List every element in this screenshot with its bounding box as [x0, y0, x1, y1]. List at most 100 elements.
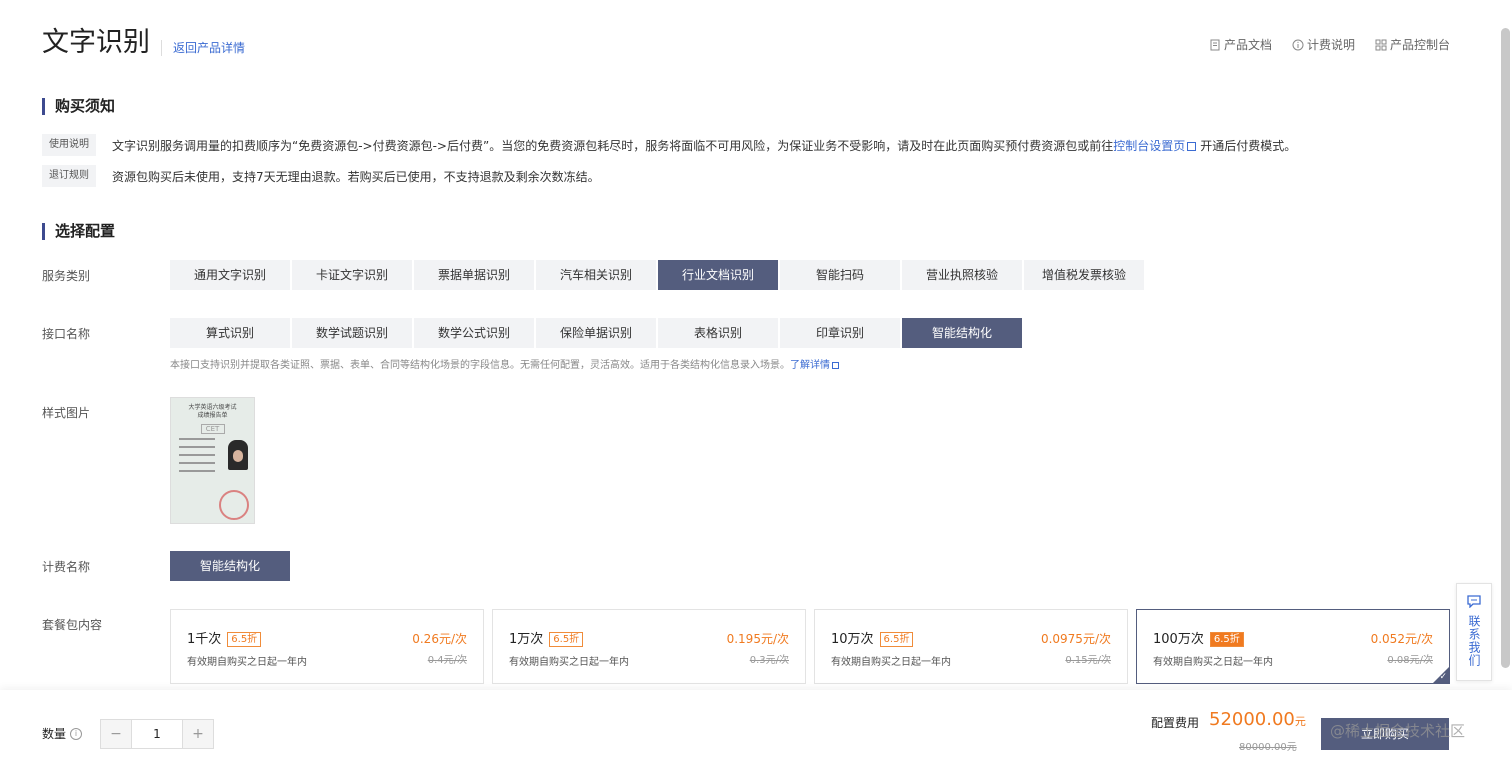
discount-badge: 6.5折: [549, 632, 584, 647]
usage-notice-row: 使用说明 文字识别服务调用量的扣费顺序为“免费资源包->付费资源包->后付费”。…: [42, 134, 1296, 156]
console-label: 产品控制台: [1389, 38, 1450, 52]
usage-tag: 使用说明: [42, 134, 96, 156]
notice-title: 购买须知: [42, 98, 115, 115]
api-options: 算式识别 数学试题识别 数学公式识别 保险单据识别 表格识别 印章识别 智能结构化: [170, 318, 1022, 348]
billing-info-link[interactable]: 计费说明: [1292, 36, 1355, 53]
fee-unit: 元: [1294, 715, 1306, 728]
refund-text: 资源包购买后未使用，支持7天无理由退款。若购买后已使用，不支持退款及剩余次数冻结…: [112, 169, 600, 184]
billing-label: 计费名称: [42, 560, 91, 574]
usage-text-after: 开通后付费模式。: [1200, 138, 1297, 153]
fee-price: 52000.00元: [1209, 709, 1306, 730]
service-option[interactable]: 票据单据识别: [414, 260, 534, 290]
api-option[interactable]: 印章识别: [780, 318, 900, 348]
info-icon[interactable]: i: [70, 727, 83, 740]
api-option[interactable]: 保险单据识别: [536, 318, 656, 348]
package-count: 100万次: [1153, 632, 1204, 647]
service-option[interactable]: 智能扫码: [780, 260, 900, 290]
refund-notice-row: 退订规则 资源包购买后未使用，支持7天无理由退款。若购买后已使用，不支持退款及剩…: [42, 165, 600, 187]
product-docs-link[interactable]: 产品文档: [1209, 36, 1272, 53]
package-label: 套餐包内容: [42, 618, 103, 632]
quantity-input[interactable]: [131, 720, 183, 748]
sample-cet-logo: CET: [200, 424, 225, 434]
contact-us-label: 联系我们: [1467, 615, 1481, 667]
api-option[interactable]: 智能结构化: [902, 318, 1022, 348]
product-docs-label: 产品文档: [1223, 38, 1272, 52]
console-settings-link[interactable]: 控制台设置页: [1113, 137, 1200, 154]
purchase-bar: 数量 i − + 配置费用 52000.00元 80000.00元 立即购买 @…: [0, 690, 1512, 762]
fee-original-price: 80000.00元: [1239, 742, 1297, 753]
package-count: 1万次: [509, 632, 544, 647]
page-header: 文字识别 返回产品详情: [42, 22, 245, 62]
document-icon: [1210, 39, 1220, 50]
usage-text: 文字识别服务调用量的扣费顺序为“免费资源包->付费资源包->后付费”。当您的免费…: [112, 138, 1114, 153]
service-option[interactable]: 通用文字识别: [170, 260, 290, 290]
package-card[interactable]: 1万次 6.5折有效期自购买之日起一年内 0.195元/次 0.3元/次: [492, 609, 806, 684]
package-card[interactable]: 1千次 6.5折有效期自购买之日起一年内 0.26元/次 0.4元/次: [170, 609, 484, 684]
external-link-icon: [832, 362, 839, 369]
sample-label: 样式图片: [42, 406, 91, 420]
api-option[interactable]: 数学试题识别: [292, 318, 412, 348]
header-links: 产品文档 计费说明 产品控制台: [1209, 36, 1450, 53]
increment-button[interactable]: +: [183, 720, 213, 748]
watermark: @稀土掘金技术社区: [1330, 722, 1466, 740]
info-icon: [1292, 39, 1304, 50]
contact-us-button[interactable]: 联系我们: [1456, 583, 1492, 681]
service-option[interactable]: 营业执照核验: [902, 260, 1022, 290]
package-original-price: 0.3元/次: [749, 655, 789, 666]
fee-price-value: 52000.00: [1209, 709, 1295, 730]
package-validity: 有效期自购买之日起一年内: [509, 657, 629, 668]
config-title: 选择配置: [42, 223, 115, 240]
package-card[interactable]: 100万次 6.5折 有效期自购买之日起一年内 0.052元/次 0.08元/次 ✓: [1136, 609, 1450, 684]
package-original-price: 0.4元/次: [427, 655, 467, 666]
api-label: 接口名称: [42, 327, 91, 341]
external-link-icon: [1187, 141, 1197, 151]
package-price: 0.0975元/次: [1040, 632, 1111, 646]
package-count: 1千次: [187, 632, 222, 647]
service-option[interactable]: 行业文档识别: [658, 260, 778, 290]
check-icon: ✓: [1439, 672, 1447, 682]
billing-info-label: 计费说明: [1306, 38, 1355, 52]
package-validity: 有效期自购买之日起一年内: [187, 657, 307, 668]
package-options: 1千次 6.5折有效期自购买之日起一年内 0.26元/次 0.4元/次 1万次 6.5折有…: [170, 609, 1450, 684]
sample-photo-face: [233, 450, 243, 462]
package-original-price: 0.15元/次: [1065, 655, 1111, 666]
api-option[interactable]: 算式识别: [170, 318, 290, 348]
api-desc-text: 本接口支持识别并提取各类证照、票据、表单、合同等结构化场景的字段信息。无需任何配…: [170, 360, 790, 371]
quantity-label: 数量: [42, 727, 67, 741]
page-title: 文字识别: [42, 27, 150, 58]
learn-more-label: 了解详情: [790, 360, 830, 371]
quantity-stepper: − +: [100, 719, 214, 749]
api-option[interactable]: 表格识别: [658, 318, 778, 348]
chat-icon: [1467, 595, 1481, 609]
service-option[interactable]: 汽车相关识别: [536, 260, 656, 290]
refund-tag: 退订规则: [42, 165, 96, 187]
discount-badge: 6.5折: [1209, 632, 1244, 647]
console-settings-label: 控制台设置页: [1113, 138, 1186, 153]
quantity-label-group: 数量 i: [42, 725, 83, 742]
package-count: 10万次: [831, 632, 874, 647]
decrement-button[interactable]: −: [101, 720, 131, 748]
discount-badge: 6.5折: [227, 632, 262, 647]
package-price: 0.052元/次: [1370, 632, 1433, 646]
package-original-price: 0.08元/次: [1387, 655, 1433, 666]
learn-more-link[interactable]: 了解详情: [790, 360, 843, 371]
discount-badge: 6.5折: [879, 632, 914, 647]
sample-cert-title: 大学英语六级考试 成绩报告单: [188, 404, 237, 419]
package-price: 0.195元/次: [726, 632, 789, 646]
billing-name-option[interactable]: 智能结构化: [170, 551, 290, 581]
package-price: 0.26元/次: [412, 632, 467, 646]
service-option[interactable]: 增值税发票核验: [1024, 260, 1144, 290]
console-link[interactable]: 产品控制台: [1375, 36, 1450, 53]
service-label: 服务类别: [42, 269, 91, 283]
api-description: 本接口支持识别并提取各类证照、票据、表单、合同等结构化场景的字段信息。无需任何配…: [170, 356, 843, 371]
sample-image[interactable]: 大学英语六级考试 成绩报告单 CET: [170, 397, 255, 524]
sample-stamp: [219, 490, 249, 520]
service-option[interactable]: 卡证文字识别: [292, 260, 412, 290]
package-card[interactable]: 10万次 6.5折 有效期自购买之日起一年内 0.0975元/次 0.15元/次: [814, 609, 1128, 684]
service-options: 通用文字识别 卡证文字识别 票据单据识别 汽车相关识别 行业文档识别 智能扫码 营业执照核验…: [170, 260, 1144, 290]
grid-icon: [1375, 39, 1387, 50]
fee-label: 配置费用: [1151, 716, 1200, 730]
api-option[interactable]: 数学公式识别: [414, 318, 534, 348]
scrollbar[interactable]: [1501, 28, 1510, 668]
back-to-product-link[interactable]: 返回产品详情: [161, 40, 245, 56]
